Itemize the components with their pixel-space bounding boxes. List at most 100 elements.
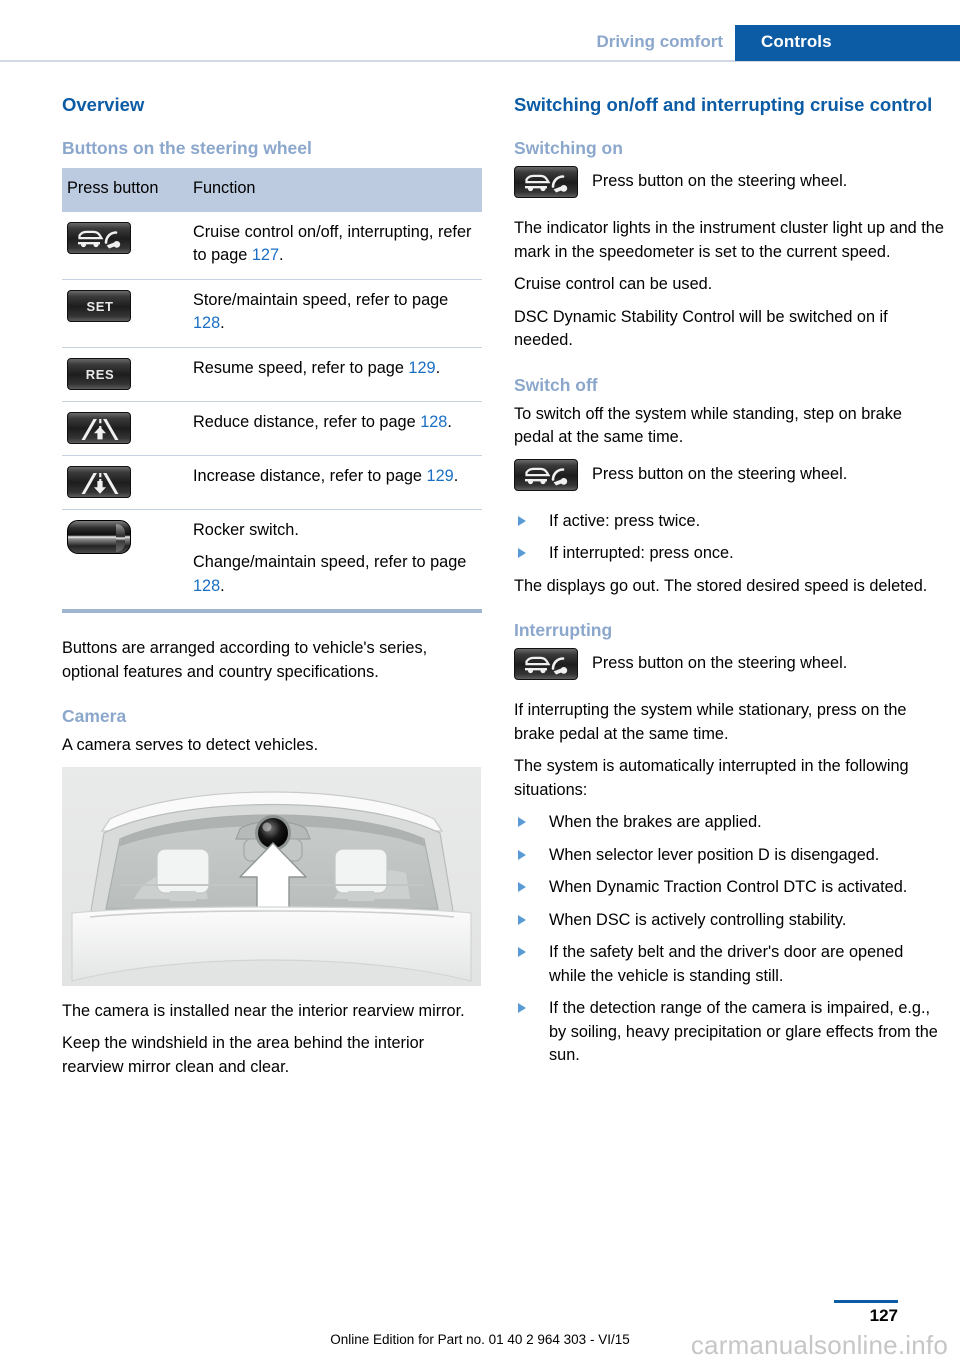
list-item: If the detection range of the camera is …: [514, 997, 944, 1068]
page-header: Driving comfort Controls: [0, 0, 960, 62]
page-ref: 127: [251, 246, 280, 264]
row-text: Increase distance, refer to page: [193, 466, 427, 485]
row-text: Reduce distance, refer to page: [193, 412, 421, 431]
page-ref: 129: [426, 466, 454, 485]
page-ref: 128: [193, 314, 221, 332]
page-number-rule: [834, 1300, 898, 1303]
paragraph-displays-go-out: The displays go out. The stored desired …: [514, 576, 928, 595]
cell-icon: [62, 508, 188, 609]
paragraph-buttons-arranged: Buttons are arranged according to vehicl…: [62, 639, 428, 681]
rocker-line1: Rocker switch.: [193, 520, 299, 539]
bullet-list-switch-off: If active: press twice. If interrupted: …: [514, 510, 944, 566]
row-text-tail: .: [220, 314, 225, 332]
instruction-press-button-1: Press button on the steering wheel.: [514, 166, 944, 198]
reduce-distance-icon: [67, 411, 131, 444]
camera-location-illustration: [62, 766, 481, 986]
res-button-icon: RES: [67, 357, 131, 390]
list-item-text: If active: press twice.: [549, 511, 701, 530]
paragraph-cruise-can-be-used: Cruise control can be used.: [514, 275, 713, 293]
heading-camera: Camera: [62, 706, 127, 726]
page-title-overview: Overview: [62, 94, 145, 115]
cell-function: Reduce distance, refer to page 128.: [188, 400, 482, 455]
page-ref: 128: [420, 412, 448, 431]
list-item-text: If interrupted: press once.: [549, 544, 734, 562]
cruise-control-icon: [514, 458, 578, 491]
table-row: Reduce distance, refer to page 128.: [62, 400, 482, 455]
page-ref: 128: [193, 576, 221, 595]
cell-icon: SET: [62, 278, 188, 347]
table-row: RES Resume speed, refer to page 129.: [62, 346, 482, 401]
instruction-press-button-3: Press button on the steering wheel.: [514, 648, 944, 680]
list-item: When DSC is actively controlling stabili…: [514, 909, 944, 933]
res-button-label: RES: [85, 366, 115, 382]
breadcrumb-chapter: Driving comfort: [596, 32, 723, 51]
table-row: Cruise control on/off, interrupting, ref…: [62, 212, 482, 280]
heading-switching-on: Switching on: [514, 138, 623, 158]
set-button-label: SET: [86, 298, 114, 314]
paragraph-dsc: DSC Dynamic Stability Control will be sw…: [514, 307, 888, 350]
row-text: Change/maintain speed, refer to page: [193, 553, 467, 571]
paragraph-if-interrupting: If interrupting the system while station…: [514, 701, 907, 743]
table-header-row: Press button Function: [62, 168, 482, 212]
triangle-bullet-icon: [518, 882, 526, 892]
left-column: Overview Buttons on the steering wheel P…: [62, 92, 482, 1088]
list-item: When selector lever position D is diseng…: [514, 844, 944, 868]
list-item-text: If the detection range of the camera is …: [549, 999, 938, 1064]
list-item-text: When selector lever position D is diseng…: [549, 845, 880, 864]
paragraph-camera-installed: The camera is installed near the interio…: [62, 1001, 465, 1020]
cruise-control-icon: [67, 221, 131, 254]
instruction-press-button-2: Press button on the steering wheel.: [514, 458, 944, 491]
triangle-bullet-icon: [518, 515, 526, 526]
cell-icon: RES: [62, 346, 188, 401]
table-bottom-rule: [62, 609, 482, 613]
triangle-bullet-icon: [518, 914, 526, 925]
cell-function: Resume speed, refer to page 129.: [188, 346, 482, 401]
triangle-bullet-icon: [518, 817, 526, 827]
rocker-line2: Change/maintain speed, refer to page 128…: [193, 551, 474, 598]
site-watermark: carmanualsonline.info: [690, 1330, 948, 1360]
tab-controls: Controls: [735, 25, 960, 61]
page-footer: 127 Online Edition for Part no. 01 40 2 …: [0, 1286, 960, 1362]
list-item: If active: press twice.: [514, 510, 944, 534]
cruise-control-icon: [514, 648, 578, 680]
tab-controls-label: Controls: [761, 32, 832, 51]
list-item: When Dynamic Traction Control DTC is act…: [514, 876, 944, 900]
heading-switch-off: Switch off: [514, 374, 598, 395]
row-text-tail: .: [447, 412, 452, 431]
row-text: Cruise control on/off, interrupting, ref…: [193, 222, 472, 265]
heading-interrupting: Interrupting: [514, 620, 613, 640]
cell-icon: [62, 400, 188, 455]
list-item: When the brakes are applied.: [514, 811, 944, 835]
cell-icon: [62, 212, 188, 280]
row-text-tail: .: [279, 246, 284, 264]
cell-icon: [62, 454, 188, 509]
paragraph-indicator-lights: The indicator lights in the instrument c…: [514, 219, 944, 261]
cell-function: Cruise control on/off, interrupting, ref…: [188, 212, 482, 280]
cell-function: Store/maintain speed, refer to page 128.: [188, 278, 482, 347]
heading-buttons-steering-wheel: Buttons on the steering wheel: [62, 138, 312, 158]
row-text: Resume speed, refer to page: [193, 358, 409, 377]
list-item-text: When the brakes are applied.: [549, 813, 762, 831]
row-text-tail: .: [220, 576, 225, 595]
col-header-press-button: Press button: [62, 168, 188, 212]
paragraph-keep-windshield: Keep the windshield in the area behind t…: [62, 1034, 425, 1076]
paragraph-to-switch-off: To switch off the system while standing,…: [514, 404, 902, 447]
set-button-icon: SET: [67, 289, 131, 322]
triangle-bullet-icon: [518, 1003, 526, 1013]
list-item-text: When DSC is actively controlling stabili…: [549, 910, 847, 929]
press-button-label: Press button on the steering wheel.: [592, 172, 848, 190]
table-row: Rocker switch. Change/maintain speed, re…: [62, 508, 482, 609]
cell-function: Increase distance, refer to page 129.: [188, 454, 482, 509]
triangle-bullet-icon: [518, 947, 526, 957]
cell-function: Rocker switch. Change/maintain speed, re…: [188, 508, 482, 609]
rocker-switch-icon: [67, 519, 131, 554]
col-header-function: Function: [188, 168, 482, 212]
cruise-control-icon: [514, 166, 578, 198]
table-row: Increase distance, refer to page 129.: [62, 454, 482, 509]
row-text: Store/maintain speed, refer to page: [193, 290, 449, 309]
list-item-text: If the safety belt and the driver's door…: [549, 943, 904, 985]
list-item: If interrupted: press once.: [514, 542, 944, 566]
triangle-bullet-icon: [518, 548, 526, 558]
triangle-bullet-icon: [518, 849, 526, 860]
table-row: SET Store/maintain speed, refer to page …: [62, 278, 482, 347]
